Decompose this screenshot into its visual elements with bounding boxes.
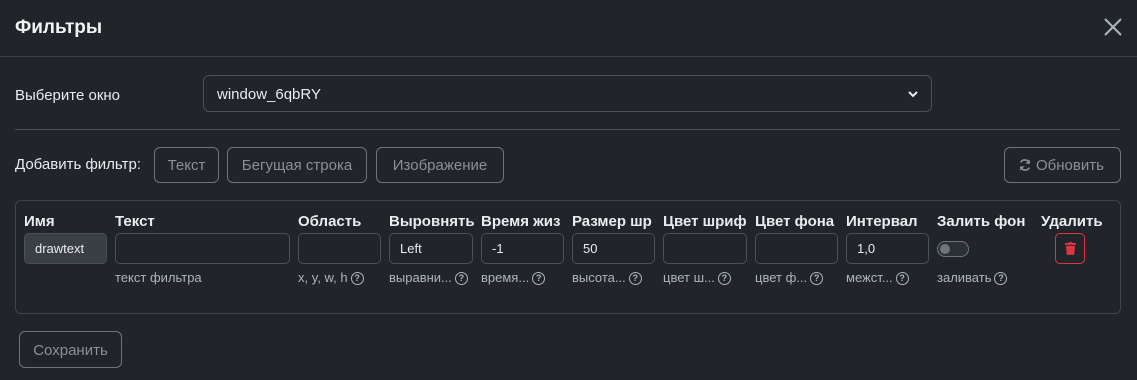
help-font-color: цвет ш...? bbox=[663, 270, 731, 285]
help-icon[interactable]: ? bbox=[532, 272, 546, 285]
help-align: выравни...? bbox=[389, 270, 468, 285]
help-icon[interactable]: ? bbox=[994, 272, 1008, 285]
add-ticker-filter-button[interactable]: Бегущая строка bbox=[227, 147, 367, 183]
dialog-title: Фильтры bbox=[15, 17, 103, 38]
dialog-header: Фильтры bbox=[0, 0, 1137, 57]
help-font-size: высота...? bbox=[572, 270, 642, 285]
refresh-icon bbox=[1019, 159, 1031, 171]
close-icon[interactable] bbox=[1100, 14, 1126, 40]
help-interval: межст...? bbox=[846, 270, 909, 285]
help-lifetime: время...? bbox=[481, 270, 546, 285]
col-header-text: Текст bbox=[115, 213, 155, 230]
col-header-font-color: Цвет шриф bbox=[663, 213, 746, 230]
save-label: Сохранить bbox=[33, 342, 108, 359]
col-header-delete: Удалить bbox=[1041, 213, 1103, 230]
help-icon[interactable]: ? bbox=[454, 272, 468, 285]
filter-text-input[interactable] bbox=[115, 233, 290, 264]
add-text-filter-button[interactable]: Текст bbox=[154, 147, 219, 183]
save-button[interactable]: Сохранить bbox=[19, 331, 122, 368]
add-image-filter-label: Изображение bbox=[392, 157, 488, 174]
help-font-size-label: высота... bbox=[572, 270, 626, 285]
add-ticker-filter-label: Бегущая строка bbox=[241, 157, 353, 174]
filter-font-color-input[interactable] bbox=[663, 233, 747, 264]
filter-name-field: drawtext bbox=[24, 233, 107, 264]
refresh-button[interactable]: Обновить bbox=[1004, 147, 1121, 183]
help-text: текст фильтра bbox=[115, 270, 202, 285]
add-image-filter-button[interactable]: Изображение bbox=[376, 147, 504, 183]
divider bbox=[15, 129, 1120, 130]
help-icon[interactable]: ? bbox=[350, 272, 364, 285]
delete-filter-button[interactable] bbox=[1055, 233, 1085, 264]
help-align-label: выравни... bbox=[389, 270, 452, 285]
help-bg-color-label: цвет ф... bbox=[755, 270, 808, 285]
toggle-knob bbox=[940, 244, 950, 254]
fill-bg-toggle[interactable] bbox=[937, 241, 969, 257]
col-header-area: Область bbox=[298, 213, 362, 230]
help-font-color-label: цвет ш... bbox=[663, 270, 715, 285]
col-header-interval: Интервал bbox=[846, 213, 918, 230]
help-lifetime-label: время... bbox=[481, 270, 530, 285]
col-header-name: Имя bbox=[24, 213, 55, 230]
help-area-label: x, y, w, h bbox=[298, 270, 348, 285]
window-select[interactable]: window_6qbRY bbox=[203, 75, 932, 112]
add-filter-label: Добавить фильтр: bbox=[15, 156, 141, 173]
help-fill-bg: заливать? bbox=[937, 270, 1008, 285]
help-text-label: текст фильтра bbox=[115, 270, 202, 285]
help-fill-bg-label: заливать bbox=[937, 270, 992, 285]
filter-align-input[interactable]: Left bbox=[389, 233, 473, 264]
filter-area-input[interactable] bbox=[298, 233, 381, 264]
col-header-bg-color: Цвет фона bbox=[755, 213, 835, 230]
help-bg-color: цвет ф...? bbox=[755, 270, 824, 285]
window-select-value: window_6qbRY bbox=[217, 86, 321, 103]
help-icon[interactable]: ? bbox=[628, 272, 642, 285]
filter-interval-input[interactable]: 1,0 bbox=[846, 233, 929, 264]
col-header-font-size: Размер шр bbox=[572, 213, 652, 230]
filter-lifetime-input[interactable]: -1 bbox=[481, 233, 564, 264]
help-icon[interactable]: ? bbox=[810, 272, 824, 285]
window-select-label: Выберите окно bbox=[15, 87, 121, 104]
col-header-fill-bg: Залить фон bbox=[937, 213, 1026, 230]
help-icon[interactable]: ? bbox=[895, 272, 909, 285]
chevron-down-icon bbox=[908, 91, 918, 98]
refresh-label: Обновить bbox=[1036, 157, 1104, 174]
add-text-filter-label: Текст bbox=[167, 157, 206, 174]
help-icon[interactable]: ? bbox=[717, 272, 731, 285]
col-header-align: Выровнять bbox=[389, 213, 474, 230]
help-area: x, y, w, h? bbox=[298, 270, 364, 285]
trash-icon bbox=[1065, 242, 1076, 255]
col-header-lifetime: Время жиз bbox=[481, 213, 561, 230]
filter-font-size-input[interactable]: 50 bbox=[572, 233, 655, 264]
filter-bg-color-input[interactable] bbox=[755, 233, 838, 264]
help-interval-label: межст... bbox=[846, 270, 893, 285]
